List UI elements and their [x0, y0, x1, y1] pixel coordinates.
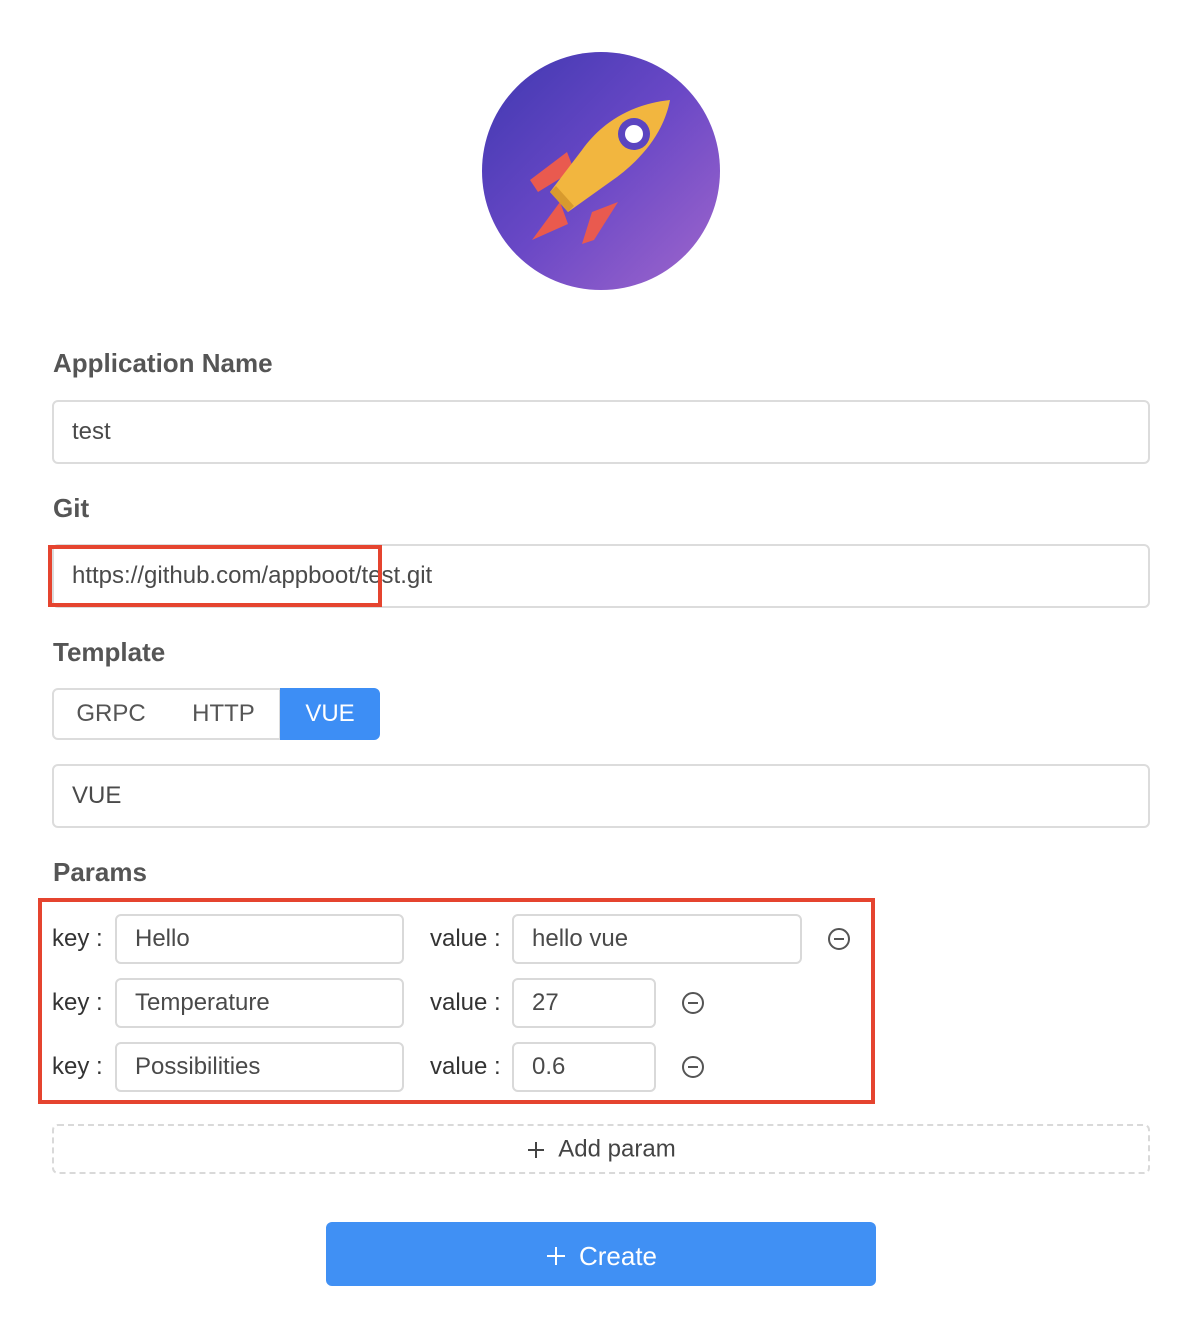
- param-value-input[interactable]: 27: [512, 978, 656, 1028]
- param-value-input[interactable]: hello vue: [512, 914, 802, 964]
- template-label: Template: [53, 637, 166, 667]
- template-option-http[interactable]: HTTP: [168, 688, 281, 740]
- add-param-button[interactable]: Add param: [52, 1124, 1150, 1174]
- template-input[interactable]: VUE: [52, 764, 1150, 828]
- template-option-vue[interactable]: VUE: [280, 688, 380, 740]
- param-value-input[interactable]: 0.6: [512, 1042, 656, 1092]
- param-key-label: key :: [52, 925, 103, 952]
- param-value-label: value :: [430, 989, 501, 1016]
- remove-param-icon[interactable]: [681, 1055, 705, 1079]
- git-url-input[interactable]: https://github.com/appboot/test.git: [52, 544, 1150, 608]
- application-name-input[interactable]: test: [52, 400, 1150, 464]
- param-value-label: value :: [430, 925, 501, 952]
- param-key-label: key :: [52, 1053, 103, 1080]
- plus-icon: [546, 1247, 565, 1266]
- param-key-input[interactable]: Possibilities: [115, 1042, 404, 1092]
- param-key-input[interactable]: Hello: [115, 914, 404, 964]
- rocket-icon: [530, 100, 670, 244]
- application-name-label: Application Name: [53, 348, 273, 378]
- param-value-label: value :: [430, 1053, 501, 1080]
- param-key-input[interactable]: Temperature: [115, 978, 404, 1028]
- create-label: Create: [578, 1241, 658, 1272]
- plus-icon: [528, 1141, 545, 1158]
- app-logo: [482, 52, 720, 290]
- template-option-grpc[interactable]: GRPC: [52, 688, 170, 740]
- add-param-label: Add param: [558, 1135, 676, 1163]
- create-button[interactable]: Create: [326, 1222, 876, 1286]
- remove-param-icon[interactable]: [827, 927, 851, 951]
- git-label: Git: [53, 493, 90, 523]
- param-key-label: key :: [52, 989, 103, 1016]
- remove-param-icon[interactable]: [681, 991, 705, 1015]
- params-label: Params: [53, 857, 147, 887]
